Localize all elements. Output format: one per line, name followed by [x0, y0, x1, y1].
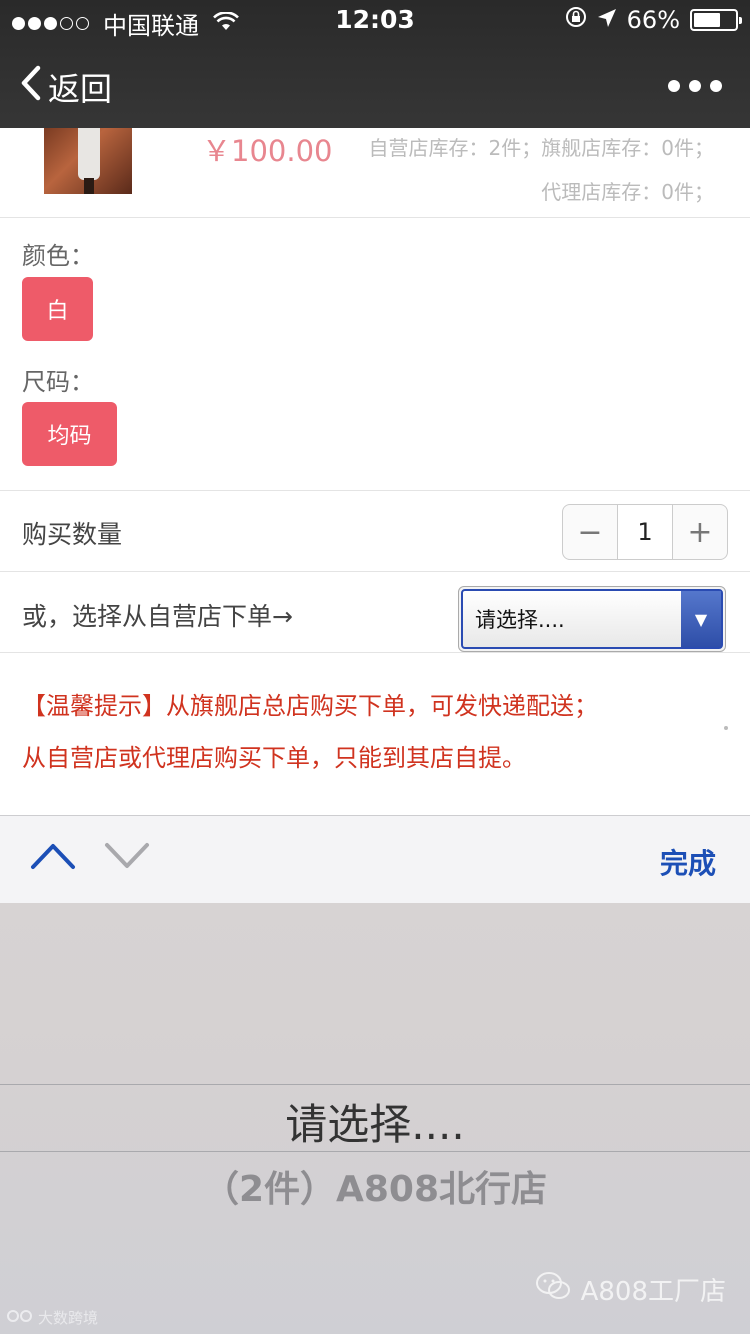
battery-icon: [690, 9, 742, 31]
color-label: 颜色：: [22, 242, 94, 270]
top-bar: 中国联通 12:03 66% 返回: [0, 0, 750, 128]
store-select[interactable]: 请选择.... ▼: [458, 586, 726, 652]
divider: [0, 571, 750, 572]
done-button[interactable]: 完成: [660, 842, 716, 882]
increase-button[interactable]: +: [673, 505, 727, 559]
quantity-stepper: − 1 +: [562, 504, 728, 560]
watermark-right-text: A808工厂店: [580, 1277, 726, 1307]
tip-line2: 从自营店或代理店购买下单，只能到其店自提。: [22, 744, 526, 772]
store-select-value: 请选择....: [475, 608, 565, 632]
watermark-right: A808工厂店: [535, 1271, 726, 1308]
back-button[interactable]: 返回: [20, 64, 112, 110]
store-order-label: 或，选择从自营店下单→: [22, 602, 293, 631]
chevron-up-icon: [31, 844, 75, 869]
battery-percentage: 66%: [626, 6, 680, 34]
previous-field-button[interactable]: [30, 840, 76, 874]
tip-line1: 【温馨提示】从旗舰店总店购买下单，可发快递配送；: [22, 692, 598, 720]
divider: [0, 652, 750, 653]
product-summary: ￥100.00 自营店库存：2件；旗舰店库存：0件； 代理店库存：0件；: [0, 128, 750, 218]
store-select-box[interactable]: 请选择.... ▼: [461, 589, 723, 649]
wechat-icon: [535, 1271, 571, 1308]
more-dot-icon: [689, 80, 701, 92]
color-option-white[interactable]: 白: [22, 277, 93, 341]
more-dot-icon: [710, 80, 722, 92]
watermark-logo-icon: [6, 1308, 34, 1328]
chevron-left-icon: [20, 65, 42, 109]
decrease-button[interactable]: −: [563, 505, 617, 559]
product-thumbnail: [44, 128, 132, 194]
nav-bar: 返回: [0, 44, 750, 128]
size-label: 尺码：: [22, 368, 94, 396]
scroll-indicator: [724, 726, 728, 730]
chevron-down-icon: [105, 843, 149, 868]
product-price: ￥100.00: [202, 134, 333, 168]
picker-selected-option[interactable]: 请选择....: [0, 1091, 750, 1152]
stock-info-line2: 代理店库存：0件；: [541, 180, 714, 204]
status-right: 66%: [565, 6, 742, 34]
location-arrow-icon: [597, 6, 617, 34]
quantity-value[interactable]: 1: [617, 505, 673, 559]
picker-wheel[interactable]: 请选择.... （2件）A808北行店 大数跨境 A808工厂店: [0, 903, 750, 1334]
orientation-lock-icon: [565, 6, 587, 34]
dropdown-arrow-icon[interactable]: ▼: [681, 591, 721, 647]
picker-toolbar: 完成: [0, 815, 750, 903]
more-dot-icon: [668, 80, 680, 92]
stock-info-line1: 自营店库存：2件；旗舰店库存：0件；: [368, 136, 714, 160]
battery-fill: [694, 13, 721, 27]
watermark-left-text: 大数跨境: [38, 1309, 99, 1327]
quantity-label: 购买数量: [22, 520, 123, 549]
divider: [0, 490, 750, 491]
watermark-left: 大数跨境: [6, 1307, 98, 1328]
picker-option[interactable]: （2件）A808北行店: [0, 1160, 750, 1212]
next-field-button[interactable]: [104, 840, 150, 874]
more-options-button[interactable]: [668, 80, 722, 92]
status-bar: 中国联通 12:03 66%: [0, 0, 750, 40]
size-option-one-size[interactable]: 均码: [22, 402, 117, 466]
back-label: 返回: [48, 70, 113, 108]
